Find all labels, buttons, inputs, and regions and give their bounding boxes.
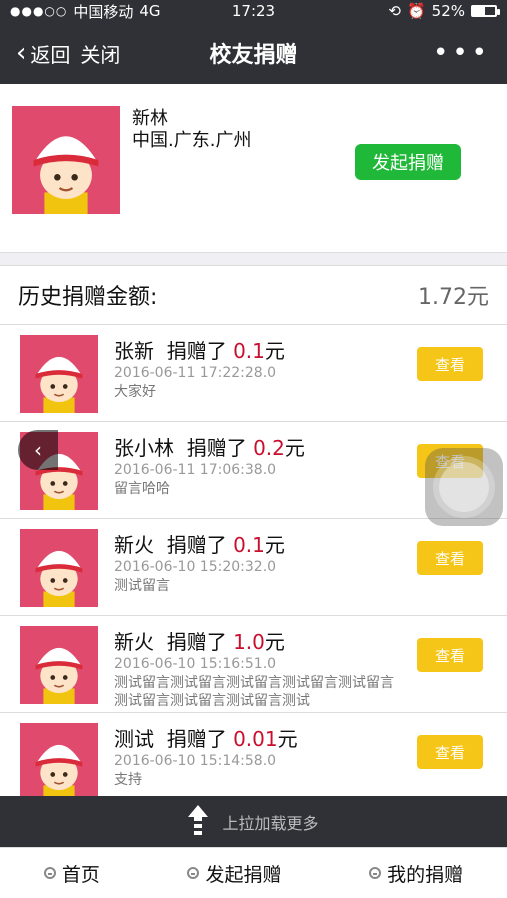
donation-message: 测试留言 <box>114 578 170 594</box>
donation-time: 2016-06-10 15:14:58.0 <box>114 753 277 769</box>
tab-home-label: 首页 <box>61 863 100 886</box>
rotation-lock-icon: ⟲ <box>388 2 401 20</box>
alarm-icon: ⏰ <box>406 2 426 20</box>
donation-message: 大家好 <box>114 384 156 400</box>
back-button[interactable]: ‹ 返回 <box>16 38 70 68</box>
donation-amount: 1.0 <box>233 630 265 654</box>
tab-bullet-icon <box>43 867 56 879</box>
load-more-label: 上拉加载更多 <box>222 814 319 833</box>
tab-bullet-icon <box>369 867 382 879</box>
tab-my-donations[interactable]: 我的捐赠 <box>369 860 463 887</box>
donation-time: 2016-06-11 17:06:38.0 <box>114 462 277 478</box>
donation-time: 2016-06-10 15:16:51.0 <box>114 656 277 672</box>
profile-card: 新林 中国.广东.广州 发起捐赠 <box>0 84 507 253</box>
donation-message: 支持 <box>114 772 142 788</box>
donor-name: 张小林 <box>114 436 174 460</box>
history-label: 历史捐赠金额: <box>18 285 158 310</box>
donor-name: 测试 <box>114 727 154 751</box>
view-button[interactable]: 查看 <box>417 347 483 381</box>
tab-my-donations-label: 我的捐赠 <box>387 863 464 886</box>
donation-message: 测试留言测试留言测试留言测试留言测试留言测试留言测试留言测试留言测试 <box>114 675 394 709</box>
donor-name: 新火 <box>114 533 154 557</box>
chevron-left-icon: ‹ <box>34 438 42 462</box>
list-item: 新火 捐赠了 1.0元 2016-06-10 15:16:51.0 测试留言测试… <box>0 616 507 713</box>
back-label: 返回 <box>30 42 71 67</box>
donation-amount: 0.1 <box>233 533 265 557</box>
profile-location: 中国.广东.广州 <box>132 130 252 151</box>
donor-avatar <box>18 626 100 704</box>
network-label: 4G <box>139 2 161 20</box>
arrow-up-icon <box>188 805 209 835</box>
history-total: 历史捐赠金额: 1.72元 <box>0 265 507 325</box>
profile-avatar <box>12 106 120 214</box>
tab-start-donation-label: 发起捐赠 <box>205 863 282 886</box>
close-button[interactable]: 关闭 <box>80 39 120 68</box>
view-button[interactable]: 查看 <box>417 541 483 575</box>
assistive-touch-button[interactable] <box>425 448 503 526</box>
donor-avatar <box>18 335 100 413</box>
status-bar: ●●●○○ 中国移动 4G 17:23 ⟲ ⏰ 52% <box>0 0 507 22</box>
donor-name: 新火 <box>114 630 154 654</box>
donation-amount: 0.1 <box>233 339 265 363</box>
battery-percent: 52% <box>431 2 465 20</box>
carrier-label: 中国移动 <box>73 2 134 21</box>
tab-home[interactable]: 首页 <box>43 860 100 887</box>
donor-name: 张新 <box>114 339 154 363</box>
donation-time: 2016-06-10 15:20:32.0 <box>114 559 277 575</box>
donation-message: 留言哈哈 <box>114 481 170 497</box>
history-amount: 1.72元 <box>418 285 489 310</box>
signal-icon: ●●●○○ <box>10 4 68 18</box>
tab-start-donation[interactable]: 发起捐赠 <box>187 860 281 887</box>
profile-name: 新林 <box>132 108 168 129</box>
view-button[interactable]: 查看 <box>417 735 483 769</box>
more-button[interactable]: ••• <box>433 38 491 68</box>
battery-icon <box>471 5 500 17</box>
chevron-left-icon: ‹ <box>16 38 27 68</box>
donation-amount: 0.2 <box>253 436 285 460</box>
donation-list: 张新 捐赠了 0.1元 2016-06-11 17:22:28.0 大家好 查看… <box>0 325 507 810</box>
list-item: 张新 捐赠了 0.1元 2016-06-11 17:22:28.0 大家好 查看 <box>0 325 507 422</box>
bottom-tabbar: 首页 发起捐赠 我的捐赠 <box>0 847 507 898</box>
assistive-touch-icon <box>439 462 489 512</box>
swipe-back-handle[interactable]: ‹ <box>18 430 58 470</box>
list-item: 新火 捐赠了 0.1元 2016-06-10 15:20:32.0 测试留言 查… <box>0 519 507 616</box>
donation-time: 2016-06-11 17:22:28.0 <box>114 365 277 381</box>
load-more-bar[interactable]: 上拉加载更多 <box>0 796 507 848</box>
donor-avatar <box>18 723 100 801</box>
nav-bar: ‹ 返回 关闭 校友捐赠 ••• <box>0 22 507 84</box>
tab-bullet-icon <box>187 867 200 879</box>
donation-amount: 0.01 <box>233 727 278 751</box>
view-button[interactable]: 查看 <box>417 638 483 672</box>
donor-avatar <box>18 529 100 607</box>
start-donation-button[interactable]: 发起捐赠 <box>355 144 461 180</box>
